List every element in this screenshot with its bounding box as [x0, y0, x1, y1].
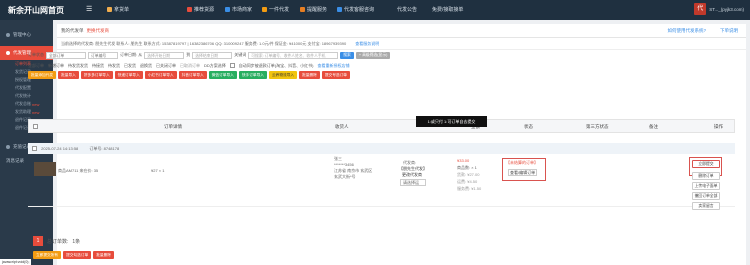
field-select[interactable]: 订单编号: [88, 51, 118, 59]
nav-item-service[interactable]: 代发客服咨询: [337, 6, 374, 13]
tab-shipped[interactable]: 已发货: [124, 63, 136, 69]
reauth-link[interactable]: 查看重新授权店铺: [317, 63, 349, 69]
action-button-10[interactable]: 提交号选订单: [321, 71, 350, 79]
page-number[interactable]: 1: [33, 236, 43, 246]
status-tabs: 全部订单 新增订单 待发货发货 待接货 待发货 已发货 退换货 已关闭订单 已取…: [28, 62, 349, 69]
table-row: 商品AM711 来在价: 35 ¥27 × 1 张三 *******3456 江…: [28, 154, 735, 210]
auto-sync-checkbox[interactable]: [229, 63, 235, 68]
action-button-3[interactable]: 快递订单导入: [114, 71, 143, 79]
menu-toggle-icon[interactable]: ☰: [86, 6, 94, 13]
sidebar-subitem-ledger[interactable]: 代发总账 new: [0, 100, 53, 108]
search-button[interactable]: 搜索: [340, 51, 354, 59]
sidebar-item-home[interactable]: 管理中心: [0, 28, 53, 42]
sidebar-subitem-config[interactable]: 代发配置: [0, 84, 53, 92]
app-logo[interactable]: 新余开山网首页: [8, 5, 64, 16]
action-buttons: 批量添加代发 批量导入 拼多多订单导入 快递订单导入 小红书订单导入 抖音订单导入 微信订单…: [28, 71, 350, 80]
tab-cancelled[interactable]: 已取消订单: [180, 63, 200, 69]
action-button-2[interactable]: 拼多多订单导入: [80, 71, 113, 79]
sidebar-subitem-assistant[interactable]: 发货助理 new: [0, 108, 53, 116]
username: ST..._(pyjk3.com): [709, 6, 744, 12]
recall-order-button[interactable]: 撤回订单全部: [692, 192, 720, 200]
advanced-filter-button[interactable]: + 高级筛选(显示): [355, 51, 391, 59]
order-guide-link[interactable]: 下单说明: [720, 24, 738, 38]
remind-icon: [300, 7, 305, 12]
table-header: 订单详情 收货人 金额 状态 第三方状态 备注 操作: [28, 119, 735, 133]
tab-pending-pickup[interactable]: 待接货: [92, 63, 104, 69]
bottom-button-2[interactable]: 批量删除: [93, 251, 114, 259]
change-distributor-link[interactable]: 更换代发商: [87, 28, 110, 33]
change-distributor-button[interactable]: 更改代发商: [402, 172, 422, 177]
order-row-header: 2025-07-24 14:13:58 订单号: 8748178: [28, 143, 735, 154]
seller-message-button[interactable]: 卖家留言: [692, 202, 720, 210]
dropship-icon: [262, 7, 267, 12]
tab-pending-ship[interactable]: 待发货发货: [68, 63, 88, 69]
service-icon: [337, 7, 342, 12]
order-checkbox[interactable]: [32, 146, 37, 152]
delete-order-button[interactable]: 删除订单: [692, 172, 720, 180]
tab-all[interactable]: 全部订单: [28, 63, 44, 69]
nav-item-dropship[interactable]: 一件代发: [262, 6, 289, 13]
status-select[interactable]: 全部订单: [46, 51, 86, 59]
select-all-checkbox[interactable]: [33, 124, 38, 129]
action-button-7[interactable]: 快手订单导入: [238, 71, 267, 79]
browser-statusbar: javascript:void(0);: [0, 259, 32, 265]
bottom-button-0[interactable]: 立即提交所有: [33, 251, 62, 259]
keyword-input[interactable]: 可搜索: 订单编号、收件人姓名、收件人手机: [248, 51, 339, 59]
service-info-link[interactable]: 查看服务说明: [355, 41, 379, 46]
auto-sync-label: 自动同步被退款订单(淘宝、抖音、小红书): [238, 62, 314, 68]
avatar: 代: [694, 3, 707, 15]
tab-new[interactable]: 新增订单: [48, 63, 64, 69]
submit-now-button[interactable]: 立即提交: [692, 160, 720, 168]
nav-item-notice[interactable]: 代发公告: [397, 6, 417, 13]
bottom-buttons: 立即提交所有 提交勾选订单 批量删除: [33, 251, 114, 259]
nav-item-remind[interactable]: 提醒服务: [300, 6, 327, 13]
dropship-icon: [6, 51, 10, 55]
nav-item-free[interactable]: 免费/接取接单: [432, 6, 463, 13]
tooltip: 1:或只付 1:可订单自去提交: [416, 116, 487, 127]
tab-to-ship[interactable]: 待发货: [108, 63, 120, 69]
action-button-8[interactable]: 云养物流导入: [269, 71, 298, 79]
help-link[interactable]: 如何使用代发系统?: [667, 24, 706, 38]
upload-label-button[interactable]: 上传电子面单: [692, 182, 720, 190]
recommend-icon: [187, 7, 192, 12]
recharge-icon: [6, 145, 10, 149]
shipping-select[interactable]: 请选择运: [400, 179, 426, 186]
action-button-6[interactable]: 微信订单导入: [208, 71, 237, 79]
pager: 1 总订单数: 1条: [33, 236, 80, 246]
tab-closed[interactable]: 已关闭订单: [156, 63, 176, 69]
nav-item-recommend[interactable]: 推荐货源: [187, 6, 214, 13]
page-title: 我的代发单: [61, 28, 84, 33]
filter-bar: 订单状态 全部订单 订单编号 订单日期: 从 选择开始日期 到 选择结束日期 关…: [28, 50, 391, 60]
home-icon: [6, 33, 10, 37]
nav-item-market[interactable]: 市场商家: [225, 6, 252, 13]
action-button-5[interactable]: 抖音订单导入: [178, 71, 207, 79]
action-button-1[interactable]: 批量导入: [58, 71, 79, 79]
tab-returns[interactable]: 退换货: [140, 63, 152, 69]
distributor-info: 当前选择的代发商: 朋先生代发 联系人: 朋先生 联系方式: 153878197…: [57, 38, 746, 50]
sidebar-subitem-stats[interactable]: 代发统计: [0, 92, 53, 100]
top-navbar: 新余开山网首页 ☰ 拿货单 推荐货源 市场商家 一件代发 提醒服务 代发客服咨询…: [0, 0, 750, 20]
view-edit-order-button[interactable]: 查看/编辑订单: [508, 169, 538, 176]
action-button-0[interactable]: 批量添加代发: [28, 71, 57, 79]
date-to-input[interactable]: 选择结束日期: [192, 51, 233, 59]
pickup-icon: [107, 7, 112, 12]
product-thumbnail[interactable]: [34, 162, 56, 176]
page-header: 我的代发单 更换代发商 如何使用代发系统? 下单说明: [57, 24, 746, 38]
action-button-4[interactable]: 小红书订单导入: [144, 71, 177, 79]
market-icon: [225, 7, 230, 12]
action-button-9[interactable]: 批量删除: [299, 71, 320, 79]
nav-item-pickup[interactable]: 拿货单: [107, 6, 129, 13]
status-badge: 【未结算的订单】: [506, 160, 538, 165]
dd-plan-select[interactable]: DD方案选择: [204, 63, 226, 69]
user-menu[interactable]: 代 ST..._(pyjk3.com): [694, 3, 744, 15]
date-from-input[interactable]: 选择开始日期: [144, 51, 185, 59]
bottom-button-1[interactable]: 提交勾选订单: [63, 251, 92, 259]
